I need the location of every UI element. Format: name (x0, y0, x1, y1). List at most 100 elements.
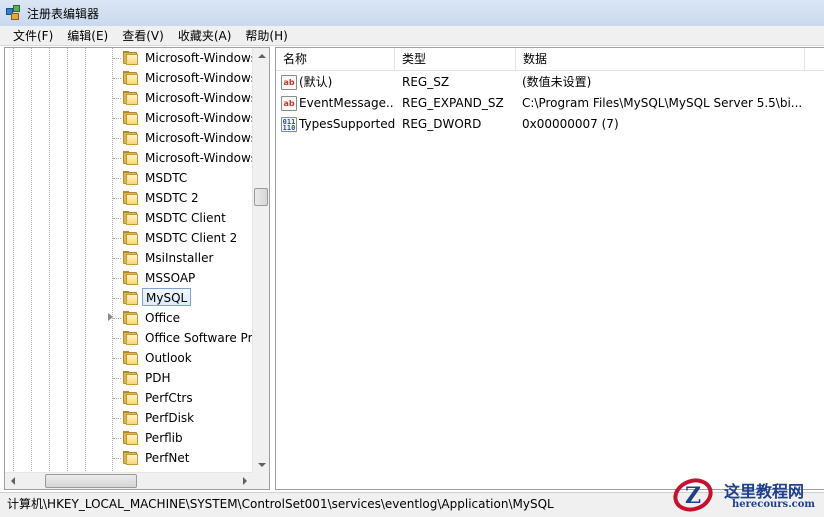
tree-item-label: PerfNet (145, 451, 190, 465)
tree-item-office-software-pro[interactable]: Office Software Pro (5, 328, 253, 348)
tree-item-label: Outlook (145, 351, 192, 365)
tree-item-msdtc[interactable]: MSDTC (5, 168, 253, 188)
tree-connector (113, 298, 121, 299)
value-row[interactable]: ab (默认) REG_SZ (数值未设置) (276, 72, 824, 93)
tree-item-microsoft-windows[interactable]: Microsoft-Windows (5, 48, 253, 68)
tree-connector (113, 118, 121, 119)
column-header-name[interactable]: 名称 (276, 48, 395, 71)
folder-icon (122, 171, 139, 185)
folder-icon (122, 71, 139, 85)
value-row[interactable]: ab EventMessage... REG_EXPAND_SZ C:\Program… (276, 93, 824, 114)
value-type: REG_EXPAND_SZ (402, 96, 504, 110)
list-header: 名称 类型 数据 (276, 48, 824, 71)
tree-item-label: Microsoft-Windows (145, 151, 253, 165)
scrollbar-corner (252, 472, 269, 489)
scroll-left-arrow-icon[interactable] (11, 477, 15, 485)
menu-file[interactable]: 文件(F) (6, 27, 60, 45)
tree-item-label: MySQL (142, 288, 192, 306)
scroll-up-arrow-icon[interactable] (258, 54, 266, 58)
tree-item-label: Microsoft-Windows (145, 91, 253, 105)
menu-edit[interactable]: 编辑(E) (60, 27, 115, 45)
column-header-data[interactable]: 数据 (516, 48, 805, 71)
tree-horizontal-scrollbar[interactable] (5, 472, 253, 489)
column-header-type[interactable]: 类型 (395, 48, 516, 71)
tree-item-pdh[interactable]: PDH (5, 368, 253, 388)
tree-item-label: MSDTC 2 (145, 191, 199, 205)
tree-connector (113, 158, 121, 159)
tree-item-msdtc-client[interactable]: MSDTC Client (5, 208, 253, 228)
tree-item-msiinstaller[interactable]: MsiInstaller (5, 248, 253, 268)
folder-icon (122, 191, 139, 205)
tree-item-label: Office Software Pro (145, 331, 253, 345)
folder-icon (122, 211, 139, 225)
tree-connector (113, 98, 121, 99)
folder-icon (122, 451, 139, 465)
value-type: REG_DWORD (402, 117, 482, 131)
menu-bar: 文件(F) 编辑(E) 查看(V) 收藏夹(A) 帮助(H) (0, 26, 824, 46)
tree-item-outlook[interactable]: Outlook (5, 348, 253, 368)
tree-connector (113, 458, 121, 459)
binary-value-icon: 011 110 (281, 117, 297, 132)
tree-connector (113, 318, 121, 319)
tree-connector (113, 338, 121, 339)
tree-connector (113, 378, 121, 379)
tree-item-office[interactable]: Office (5, 308, 253, 328)
folder-icon (122, 251, 139, 265)
tree-item-microsoft-windows[interactable]: Microsoft-Windows (5, 68, 253, 88)
value-data: 0x00000007 (7) (522, 117, 619, 131)
tree-item-microsoft-windows[interactable]: Microsoft-Windows (5, 128, 253, 148)
tree-item-microsoft-windows[interactable]: Microsoft-Windows (5, 88, 253, 108)
value-name: TypesSupported (299, 117, 395, 131)
tree-connector (113, 138, 121, 139)
folder-icon (122, 311, 139, 325)
scroll-right-arrow-icon[interactable] (243, 477, 247, 485)
tree-item-label: MSDTC (145, 171, 188, 185)
tree-item-label: MSDTC Client (145, 211, 226, 225)
tree-item-label: MSDTC Client 2 (145, 231, 238, 245)
tree-connector (113, 398, 121, 399)
registry-key-tree[interactable]: Microsoft-Windows Microsoft-Windows Micros… (4, 47, 270, 490)
folder-icon (122, 91, 139, 105)
vertical-scroll-thumb[interactable] (254, 188, 268, 206)
tree-item-msdtc-client-2[interactable]: MSDTC Client 2 (5, 228, 253, 248)
horizontal-scroll-thumb[interactable] (45, 474, 137, 488)
folder-icon (122, 391, 139, 405)
tree-item-mysql[interactable]: MySQL (5, 288, 253, 308)
tree-connector (113, 78, 121, 79)
registry-values-list[interactable]: 名称 类型 数据 ab (默认) REG_SZ (数值未设置) ab EventMessa… (275, 47, 824, 490)
window-title: 注册表编辑器 (27, 6, 100, 21)
tree-item-perfctrs[interactable]: PerfCtrs (5, 388, 253, 408)
watermark-logo-icon: Z (673, 478, 713, 512)
menu-help[interactable]: 帮助(H) (238, 27, 294, 45)
tree-item-label: PerfDisk (145, 411, 195, 425)
menu-view[interactable]: 查看(V) (115, 27, 171, 45)
tree-item-label: Microsoft-Windows (145, 51, 253, 65)
watermark: Z 这里教程网 herecours.com (672, 474, 822, 517)
tree-connector (113, 218, 121, 219)
tree-item-microsoft-windows[interactable]: Microsoft-Windows (5, 108, 253, 128)
tree-item-mssoap[interactable]: MSSOAP (5, 268, 253, 288)
scroll-down-arrow-icon[interactable] (258, 463, 266, 467)
registry-editor-app-icon (6, 5, 22, 21)
tree-item-msdtc-2[interactable]: MSDTC 2 (5, 188, 253, 208)
tree-item-perfdisk[interactable]: PerfDisk (5, 408, 253, 428)
tree-vertical-scrollbar[interactable] (252, 48, 269, 473)
folder-icon (122, 291, 139, 305)
tree-item-perflib[interactable]: Perflib (5, 428, 253, 448)
value-name: (默认) (299, 75, 333, 89)
tree-item-label: Microsoft-Windows (145, 131, 253, 145)
folder-icon (122, 331, 139, 345)
tree-connector (113, 278, 121, 279)
watermark-logo-letter: Z (685, 483, 701, 509)
tree-connector (113, 58, 121, 59)
tree-connector (113, 438, 121, 439)
folder-icon (122, 371, 139, 385)
folder-icon (122, 111, 139, 125)
value-type: REG_SZ (402, 75, 450, 89)
tree-item-perfnet[interactable]: PerfNet (5, 448, 253, 468)
menu-favorites[interactable]: 收藏夹(A) (171, 27, 239, 45)
folder-icon (122, 131, 139, 145)
value-row[interactable]: 011 110 TypesSupported REG_DWORD 0x00000007 … (276, 114, 824, 135)
expand-arrow-icon[interactable] (108, 313, 113, 321)
tree-item-microsoft-windows[interactable]: Microsoft-Windows (5, 148, 253, 168)
